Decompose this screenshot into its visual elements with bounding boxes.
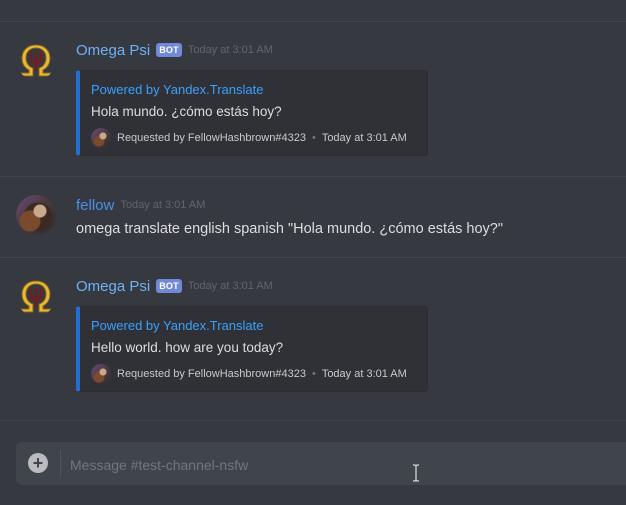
message-timestamp[interactable]: Today at 3:01 AM xyxy=(188,44,273,56)
embed-footer-timestamp: Today at 3:01 AM xyxy=(321,132,407,144)
message-header: fellow Today at 3:01 AM xyxy=(76,195,205,215)
embed-footer-timestamp: Today at 3:01 AM xyxy=(321,368,407,380)
message-header: Omega Psi BOT Today at 3:01 AM xyxy=(76,40,273,60)
message-composer: + xyxy=(16,442,626,487)
translation-embed: Powered by Yandex.Translate Hello world.… xyxy=(76,306,428,392)
embed-title-link[interactable]: Powered by Yandex.Translate xyxy=(91,82,263,97)
top-divider xyxy=(0,21,626,22)
composer-divider xyxy=(0,420,626,421)
embed-footer-text: Requested by FellowHashbrown#4323 xyxy=(117,132,306,144)
text-cursor-icon xyxy=(413,464,419,482)
plus-icon[interactable]: + xyxy=(28,453,48,473)
omega-psi-icon[interactable] xyxy=(16,40,56,80)
message-divider xyxy=(0,257,626,258)
message-divider xyxy=(0,176,626,177)
embed-description: Hola mundo. ¿cómo estás hoy? xyxy=(91,104,282,119)
bot-tag: BOT xyxy=(156,43,182,57)
embed-footer: Requested by FellowHashbrown#4323 • Toda… xyxy=(91,364,407,384)
requester-avatar-icon xyxy=(91,364,111,384)
embed-description: Hello world. how are you today? xyxy=(91,340,284,355)
message-header: Omega Psi BOT Today at 3:01 AM xyxy=(76,276,273,296)
requester-avatar-icon xyxy=(91,128,111,148)
embed-title-link[interactable]: Powered by Yandex.Translate xyxy=(91,318,263,333)
footer-separator: • xyxy=(311,132,316,144)
message-timestamp[interactable]: Today at 3:01 AM xyxy=(188,280,273,292)
bot-tag: BOT xyxy=(156,279,182,293)
footer-separator: • xyxy=(311,368,316,380)
embed-footer-text: Requested by FellowHashbrown#4323 xyxy=(117,368,306,380)
embed-footer: Requested by FellowHashbrown#4323 • Toda… xyxy=(91,128,407,148)
message-timestamp[interactable]: Today at 3:01 AM xyxy=(120,199,205,211)
omega-psi-icon[interactable] xyxy=(16,276,56,316)
translation-embed: Powered by Yandex.Translate Hola mundo. … xyxy=(76,70,428,156)
author-name[interactable]: Omega Psi xyxy=(76,42,150,59)
user-avatar[interactable] xyxy=(16,195,56,235)
message-content: omega translate english spanish "Hola mu… xyxy=(76,221,503,237)
author-name[interactable]: Omega Psi xyxy=(76,278,150,295)
author-name[interactable]: fellow xyxy=(76,197,114,214)
message-input[interactable] xyxy=(68,442,612,487)
composer-separator xyxy=(60,450,61,477)
